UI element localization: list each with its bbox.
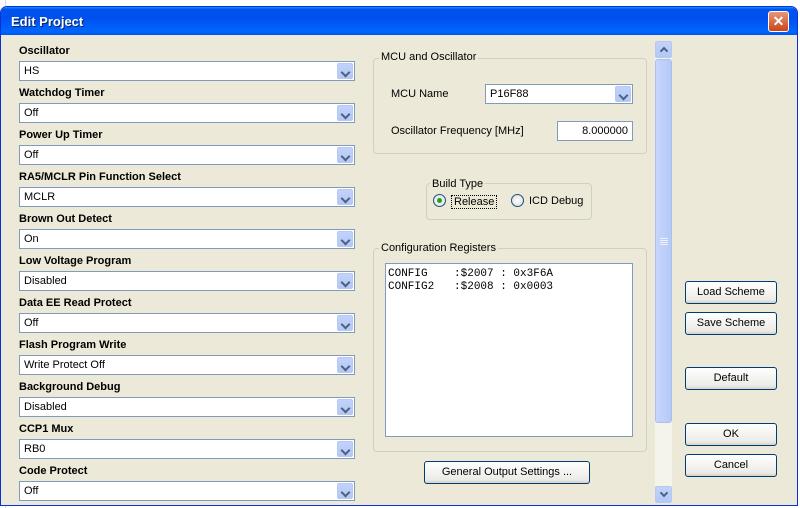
oscillator-frequency-label: Oscillator Frequency [MHz] [391,125,524,137]
chevron-down-icon[interactable] [337,315,353,331]
select-value: Off [24,149,39,161]
power-up-timer-select[interactable]: Off [19,145,355,165]
select-value: P16F88 [490,88,529,100]
low-voltage-program-select[interactable]: Disabled [19,271,355,291]
option-label-watchdog: Watchdog Timer [19,87,105,99]
select-value: HS [24,65,40,77]
select-value: Off [24,107,39,119]
oscillator-frequency-input[interactable]: 8.000000 [557,121,633,141]
chevron-down-icon[interactable] [615,86,631,102]
flash-program-write-select[interactable]: Write Protect Off [19,355,355,375]
mclr-function-select[interactable]: MCLR [19,187,355,207]
option-label-brown-out: Brown Out Detect [19,213,112,225]
config-registers-textarea[interactable]: CONFIG :$2007 : 0x3F6A CONFIG2 :$2008 : … [385,263,633,437]
config-register-line: CONFIG :$2007 : 0x3F6A [388,268,554,280]
mcu-name-label: MCU Name [391,88,449,100]
save-scheme-button[interactable]: Save Scheme [685,312,777,335]
cancel-button[interactable]: Cancel [685,454,777,477]
chevron-down-icon[interactable] [337,273,353,289]
select-value: Disabled [24,275,67,287]
select-value: RB0 [24,443,46,455]
option-label-code-protect: Code Protect [19,465,88,477]
ok-button[interactable]: OK [685,423,777,446]
chevron-down-icon[interactable] [337,483,353,499]
chevron-down-icon[interactable] [337,441,353,457]
chevron-down-icon[interactable] [337,147,353,163]
code-protect-select[interactable]: Off [19,481,355,501]
chevron-down-icon[interactable] [337,357,353,373]
watchdog-timer-select[interactable]: Off [19,103,355,123]
option-label-mclr: RA5/MCLR Pin Function Select [19,171,181,183]
chevron-down-icon[interactable] [337,105,353,121]
select-value: Off [24,485,39,497]
default-button[interactable]: Default [685,367,777,390]
option-label-ccp1-mux: CCP1 Mux [19,423,74,435]
load-scheme-button[interactable]: Load Scheme [685,281,777,304]
scroll-down-arrow-icon[interactable] [655,486,672,503]
ccp1-mux-select[interactable]: RB0 [19,439,355,459]
option-label-flash-write: Flash Program Write [19,339,127,351]
option-label-data-ee: Data EE Read Protect [19,297,132,309]
title-bar[interactable]: Edit Project ✕ [1,7,797,35]
dialog-client-area: Oscillator HS Watchdog Timer Off Power U… [5,37,795,503]
mcu-oscillator-group-title: MCU and Oscillator [379,51,479,63]
options-scrollbar[interactable] [655,41,672,503]
config-registers-group-title: Configuration Registers [379,242,498,254]
background-debug-select[interactable]: Disabled [19,397,355,417]
select-value: MCLR [24,191,56,203]
close-button[interactable]: ✕ [768,11,789,32]
data-ee-read-protect-select[interactable]: Off [19,313,355,333]
mcu-name-select[interactable]: P16F88 [485,84,633,104]
option-label-oscillator: Oscillator [19,45,70,57]
release-radio-label[interactable]: Release [451,195,498,209]
grip-line [660,244,668,245]
general-output-settings-button[interactable]: General Output Settings ... [424,461,590,484]
edit-project-dialog: Edit Project ✕ Oscillator HS Watchdog Ti… [0,6,798,506]
chevron-down-icon[interactable] [337,399,353,415]
icd-debug-radio[interactable] [511,194,524,207]
close-icon: ✕ [772,13,785,29]
oscillator-select[interactable]: HS [19,61,355,81]
chevron-down-icon[interactable] [337,63,353,79]
select-value: Disabled [24,401,67,413]
scroll-up-arrow-icon[interactable] [655,41,672,58]
grip-line [660,242,668,243]
build-type-group-title: Build Type [430,178,486,190]
grip-line [660,238,668,239]
chevron-down-icon[interactable] [337,231,353,247]
option-label-low-voltage: Low Voltage Program [19,255,132,267]
dialog-title: Edit Project [11,14,84,29]
grip-line [660,240,668,241]
option-label-power-up: Power Up Timer [19,129,103,141]
config-register-line: CONFIG2 :$2008 : 0x0003 [388,281,554,293]
brown-out-detect-select[interactable]: On [19,229,355,249]
icd-debug-radio-label[interactable]: ICD Debug [529,195,583,207]
scroll-thumb[interactable] [655,59,672,423]
select-value: Write Protect Off [24,359,105,371]
release-radio[interactable] [433,194,446,207]
select-value: Off [24,317,39,329]
select-value: On [24,233,39,245]
option-label-background-debug: Background Debug [19,381,121,393]
chevron-down-icon[interactable] [337,189,353,205]
